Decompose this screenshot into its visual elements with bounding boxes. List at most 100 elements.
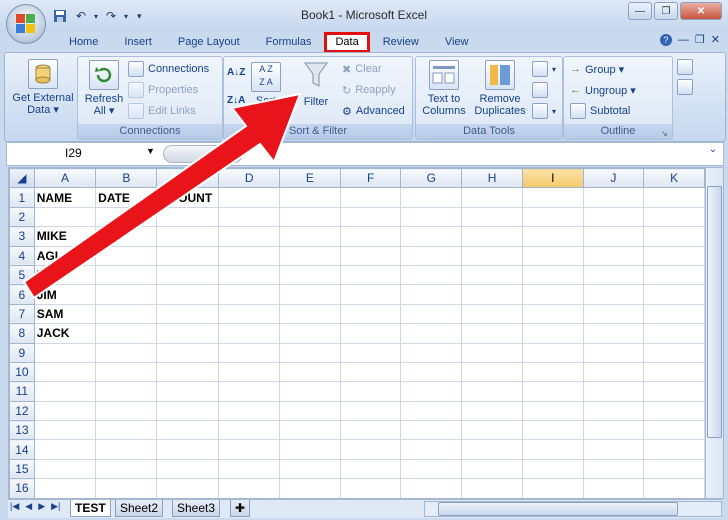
cell[interactable] bbox=[461, 478, 523, 498]
cell[interactable] bbox=[279, 400, 341, 422]
cell[interactable] bbox=[400, 478, 463, 498]
tab-data[interactable]: Data bbox=[324, 32, 370, 53]
cell[interactable] bbox=[156, 439, 220, 460]
refresh-all-button[interactable]: Refresh All ▾ bbox=[82, 60, 126, 117]
edit-links-button[interactable]: Edit Links bbox=[128, 102, 196, 120]
row-header[interactable]: 11 bbox=[9, 381, 35, 402]
cell[interactable] bbox=[95, 245, 158, 266]
cell[interactable] bbox=[400, 342, 463, 363]
column-header[interactable]: B bbox=[95, 168, 158, 189]
what-if-analysis-icon[interactable]: ▾ bbox=[532, 102, 556, 120]
tab-formulas[interactable]: Formulas bbox=[253, 33, 325, 51]
cell[interactable] bbox=[279, 245, 341, 266]
cell[interactable] bbox=[33, 420, 97, 441]
horizontal-scroll-thumb[interactable] bbox=[438, 502, 678, 516]
row-header[interactable]: 8 bbox=[9, 323, 35, 344]
cell[interactable] bbox=[279, 381, 341, 402]
cell[interactable] bbox=[218, 303, 281, 325]
cell[interactable] bbox=[643, 342, 705, 363]
tab-review[interactable]: Review bbox=[370, 33, 432, 51]
cell[interactable] bbox=[218, 439, 281, 460]
cell[interactable] bbox=[156, 478, 220, 498]
cell[interactable] bbox=[521, 478, 584, 498]
cell[interactable] bbox=[218, 400, 281, 422]
cell[interactable] bbox=[400, 361, 463, 383]
cell[interactable] bbox=[643, 264, 705, 286]
cell[interactable] bbox=[156, 400, 220, 422]
ungroup-button[interactable]: ← Ungroup ▾ bbox=[570, 81, 636, 99]
cell[interactable] bbox=[643, 361, 705, 383]
ribbon-close-icon[interactable]: ✕ bbox=[711, 33, 720, 46]
cell[interactable] bbox=[156, 381, 220, 402]
cell[interactable] bbox=[582, 323, 645, 344]
cell[interactable] bbox=[218, 264, 281, 286]
cell[interactable] bbox=[218, 206, 281, 228]
row-header[interactable]: 6 bbox=[9, 284, 35, 305]
cell[interactable] bbox=[339, 245, 402, 266]
cell[interactable] bbox=[521, 245, 584, 266]
cell[interactable] bbox=[461, 400, 523, 422]
cell[interactable] bbox=[279, 361, 341, 383]
cell[interactable] bbox=[461, 323, 523, 344]
row-header[interactable]: 2 bbox=[9, 206, 35, 228]
next-sheet-icon[interactable]: ▶ bbox=[38, 501, 45, 512]
tab-page-layout[interactable]: Page Layout bbox=[165, 33, 253, 51]
cell[interactable] bbox=[643, 400, 705, 422]
cell[interactable]: JIM bbox=[33, 284, 97, 305]
cell[interactable] bbox=[279, 284, 341, 305]
cell[interactable] bbox=[339, 439, 402, 460]
cell[interactable] bbox=[279, 264, 341, 286]
cell[interactable]: SAM bbox=[33, 303, 97, 325]
cell[interactable] bbox=[461, 439, 523, 460]
cell[interactable] bbox=[339, 458, 402, 480]
cell[interactable] bbox=[339, 206, 402, 228]
last-sheet-icon[interactable]: ▶| bbox=[51, 501, 60, 512]
cell[interactable] bbox=[400, 187, 463, 208]
cell[interactable] bbox=[339, 400, 402, 422]
clear-filter-button[interactable]: ✖ Clear bbox=[342, 60, 382, 78]
remove-duplicates-button[interactable]: Remove Duplicates bbox=[472, 60, 528, 117]
maximize-icon[interactable]: ❐ bbox=[654, 2, 678, 20]
cell[interactable] bbox=[95, 458, 158, 480]
cell[interactable] bbox=[521, 206, 584, 228]
cell[interactable] bbox=[461, 342, 523, 363]
cell[interactable] bbox=[95, 303, 158, 325]
cell[interactable] bbox=[339, 264, 402, 286]
reapply-button[interactable]: ↻ Reapply bbox=[342, 81, 396, 99]
cell[interactable] bbox=[643, 478, 705, 498]
consolidate-icon[interactable] bbox=[532, 81, 548, 99]
name-box[interactable]: I29 bbox=[8, 144, 158, 162]
prev-sheet-icon[interactable]: ◀ bbox=[25, 501, 32, 512]
cell[interactable] bbox=[521, 303, 584, 325]
cell[interactable] bbox=[582, 245, 645, 266]
name-box-dropdown-icon[interactable]: ▼ bbox=[146, 146, 155, 156]
cell[interactable] bbox=[582, 420, 645, 441]
cell[interactable] bbox=[521, 420, 584, 441]
cell[interactable] bbox=[95, 226, 158, 247]
cell[interactable] bbox=[582, 439, 645, 460]
cell[interactable] bbox=[95, 361, 158, 383]
text-to-columns-button[interactable]: Text to Columns bbox=[418, 60, 470, 117]
cell[interactable] bbox=[521, 458, 584, 480]
column-header[interactable]: I bbox=[521, 168, 584, 189]
cell[interactable] bbox=[400, 323, 463, 344]
cell[interactable] bbox=[339, 342, 402, 363]
sheet-tab-sheet3[interactable]: Sheet3 bbox=[172, 500, 221, 517]
cell[interactable] bbox=[279, 439, 341, 460]
cell[interactable] bbox=[279, 342, 341, 363]
office-button[interactable] bbox=[6, 4, 46, 44]
cell[interactable] bbox=[279, 478, 341, 498]
cell[interactable] bbox=[279, 323, 341, 344]
cell[interactable] bbox=[461, 420, 523, 441]
cell[interactable] bbox=[279, 420, 341, 441]
cell[interactable] bbox=[279, 226, 341, 247]
cell[interactable] bbox=[643, 420, 705, 441]
cell[interactable] bbox=[521, 323, 584, 344]
sort-button[interactable]: A ZZ A Sort bbox=[250, 62, 282, 107]
cell[interactable] bbox=[521, 342, 584, 363]
cell[interactable] bbox=[279, 303, 341, 325]
row-header[interactable]: 16 bbox=[9, 478, 35, 498]
cell[interactable] bbox=[582, 284, 645, 305]
sheet-tab-sheet2[interactable]: Sheet2 bbox=[115, 500, 164, 517]
connections-button[interactable]: Connections bbox=[128, 60, 209, 78]
